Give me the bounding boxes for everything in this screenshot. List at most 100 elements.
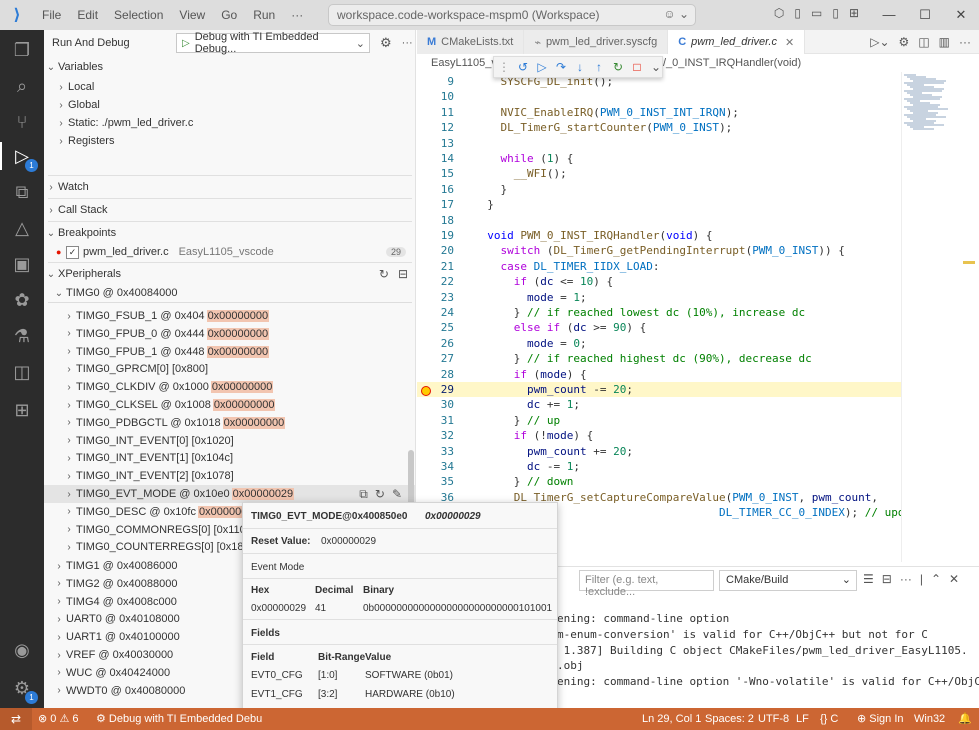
code-line[interactable]: 34 dc -= 1; bbox=[417, 459, 901, 474]
breakpoints-section-header[interactable]: ⌄ Breakpoints bbox=[44, 224, 415, 242]
menu-more[interactable]: ··· bbox=[283, 8, 311, 22]
code-line[interactable]: 17 } bbox=[417, 197, 901, 212]
copilot-icon[interactable]: ☺ ⌄ bbox=[663, 7, 689, 21]
breakpoint-current-icon[interactable] bbox=[421, 386, 431, 396]
clear-output-icon[interactable]: ☰ bbox=[863, 572, 874, 586]
refresh-icon[interactable]: ↻ bbox=[379, 267, 389, 281]
continue-icon[interactable]: ▷ bbox=[536, 60, 548, 74]
gear-icon[interactable]: ⚙ bbox=[380, 35, 392, 51]
command-center[interactable]: workspace.code-workspace-mspm0 (Workspac… bbox=[328, 4, 696, 26]
remote-explorer-icon[interactable]: ◫ bbox=[10, 360, 34, 384]
compare-icon[interactable]: ◫ bbox=[918, 35, 929, 49]
ti-icon[interactable]: △ bbox=[10, 216, 34, 240]
tab-syscfg[interactable]: ⌁ pwm_led_driver.syscfg bbox=[524, 30, 669, 54]
code-line[interactable]: 11 NVIC_EnableIRQ(PWM_0_INST_INT_IRQN); bbox=[417, 105, 901, 120]
tab-cmakelists[interactable]: M CMakeLists.txt bbox=[417, 30, 525, 54]
edit-icon[interactable]: ✎ bbox=[392, 487, 402, 502]
platform[interactable]: Win32 bbox=[914, 708, 945, 730]
reset-icon[interactable]: ↺ bbox=[517, 60, 529, 74]
eol[interactable]: LF bbox=[796, 708, 809, 730]
code-line[interactable]: 22 if (dc <= 10) { bbox=[417, 274, 901, 289]
breakpoint-checkbox[interactable]: ✓ bbox=[66, 245, 79, 259]
output-filter-input[interactable]: Filter (e.g. text, !exclude... bbox=[579, 570, 714, 598]
sign-in[interactable]: ⊕ Sign In bbox=[857, 708, 904, 730]
run-c-file-icon[interactable]: ▷⌄ bbox=[870, 35, 889, 49]
code-line[interactable]: 23 mode = 1; bbox=[417, 290, 901, 305]
collapse-all-icon[interactable]: ⊟ bbox=[398, 267, 408, 281]
callstack-section-header[interactable]: › Call Stack bbox=[44, 201, 415, 219]
code-line[interactable]: 20 switch (DL_TimerG_getPendingInterrupt… bbox=[417, 243, 901, 258]
more-actions-icon[interactable]: ··· bbox=[959, 35, 971, 49]
extensions-grid-icon[interactable]: ⊞ bbox=[10, 398, 34, 422]
settings-gear-icon[interactable]: ⚙ bbox=[899, 35, 910, 49]
accounts-shield-icon[interactable]: ⬡ bbox=[774, 6, 784, 20]
tab-pwm-led-driver-c[interactable]: Cpwm_led_driver.c ✕ bbox=[668, 30, 806, 54]
chip-icon[interactable]: ▣ bbox=[10, 252, 34, 276]
extensions-icon[interactable]: ⧉ bbox=[10, 180, 34, 204]
breakpoint-item[interactable]: ● ✓ pwm_led_driver.c EasyL1105_vscode 29 bbox=[44, 243, 415, 261]
register-row[interactable]: › TIMG0_INT_EVENT[2] [0x1078] bbox=[44, 467, 415, 485]
variables-static[interactable]: › Static: ./pwm_led_driver.c bbox=[44, 114, 415, 132]
refresh-icon[interactable]: ↻ bbox=[375, 487, 385, 502]
xperipherals-section-header[interactable]: ⌄ XPeripherals ↻ ⊟ bbox=[44, 265, 415, 283]
code-line[interactable]: 21 case DL_TIMER_IIDX_LOAD: bbox=[417, 259, 901, 274]
account-icon[interactable]: ◉ bbox=[10, 638, 34, 662]
peripherals-icon[interactable]: ✿ bbox=[10, 288, 34, 312]
code-line[interactable]: 10 bbox=[417, 89, 901, 104]
lock-scroll-icon[interactable]: ⊟ bbox=[882, 572, 892, 586]
run-debug-icon[interactable]: ▷ 1 bbox=[10, 144, 38, 172]
variables-registers[interactable]: › Registers bbox=[44, 132, 415, 150]
register-row[interactable]: › TIMG0_EVT_MODE @ 0x10e0 0x00000029 ⧉ ↻ ✎ bbox=[44, 485, 415, 503]
toggle-panel-icon[interactable]: ▭ bbox=[811, 6, 822, 20]
manage-gear-icon[interactable]: ⚙ 1 bbox=[10, 676, 38, 704]
menu-file[interactable]: File bbox=[34, 8, 69, 22]
encoding[interactable]: UTF-8 bbox=[758, 708, 789, 730]
close-tab-icon[interactable]: ✕ bbox=[785, 36, 794, 49]
code-line[interactable]: 18 bbox=[417, 213, 901, 228]
code-editor[interactable]: 9 SYSCFG_DL_init(); 10 11 NVIC_EnableIRQ(P… bbox=[417, 72, 901, 522]
code-line[interactable]: 33 pwm_count += 20; bbox=[417, 444, 901, 459]
menu-view[interactable]: View bbox=[171, 8, 213, 22]
indentation[interactable]: Spaces: 2 bbox=[705, 708, 754, 730]
source-control-icon[interactable]: ⑂ bbox=[10, 110, 34, 134]
register-row[interactable]: › TIMG0_FPUB_0 @ 0x444 0x00000000 bbox=[44, 325, 415, 343]
explorer-icon[interactable]: ❐ bbox=[10, 38, 34, 62]
breadcrumb-folder[interactable]: EasyL1105_v bbox=[431, 57, 497, 69]
code-line[interactable]: 19 void PWM_0_INST_IRQHandler(void) { bbox=[417, 228, 901, 243]
customize-layout-icon[interactable]: ⊞ bbox=[849, 6, 859, 20]
start-debug-icon[interactable]: ▷ bbox=[177, 38, 195, 49]
close-panel-icon[interactable]: ✕ bbox=[949, 572, 959, 586]
step-into-icon[interactable]: ↓ bbox=[574, 60, 586, 74]
drag-handle-icon[interactable]: ⋮ bbox=[498, 60, 510, 74]
register-row[interactable]: › TIMG0_FPUB_1 @ 0x448 0x00000000 bbox=[44, 343, 415, 361]
code-line[interactable]: 28 if (mode) { bbox=[417, 367, 901, 382]
maximize-panel-icon[interactable]: ⌃ bbox=[931, 572, 941, 586]
register-row[interactable]: › TIMG0_INT_EVENT[1] [0x104c] bbox=[44, 449, 415, 467]
more-actions-icon[interactable]: ··· bbox=[900, 572, 912, 586]
stop-icon[interactable]: □ bbox=[631, 60, 643, 74]
code-line[interactable]: 32 if (!mode) { bbox=[417, 428, 901, 443]
code-line[interactable]: 25 else if (dc >= 90) { bbox=[417, 320, 901, 335]
restart-icon[interactable]: ↻ bbox=[612, 60, 624, 74]
code-line[interactable]: 13 bbox=[417, 136, 901, 151]
step-out-icon[interactable]: ↑ bbox=[593, 60, 605, 74]
close-icon[interactable]: ✕ bbox=[943, 0, 979, 30]
code-line[interactable]: 29 pwm_count -= 20; bbox=[417, 382, 901, 398]
debug-status[interactable]: ⚙ Debug with TI Embedded Debu bbox=[96, 708, 262, 730]
menu-selection[interactable]: Selection bbox=[106, 8, 171, 22]
chevron-down-icon[interactable]: ⌄ bbox=[650, 60, 662, 74]
step-over-icon[interactable]: ↷ bbox=[555, 60, 567, 74]
split-editor-icon[interactable]: ▥ bbox=[939, 35, 950, 49]
watch-section-header[interactable]: › Watch bbox=[44, 178, 415, 196]
code-line[interactable]: 27 } // if reached highest dc (90%), dec… bbox=[417, 351, 901, 366]
register-row[interactable]: › TIMG0_CLKSEL @ 0x1008 0x00000000 bbox=[44, 396, 415, 414]
flask-icon[interactable]: ⚗ bbox=[10, 324, 34, 348]
menu-run[interactable]: Run bbox=[245, 8, 283, 22]
register-row[interactable]: › TIMG0_FSUB_1 @ 0x404 0x00000000 bbox=[44, 307, 415, 325]
code-line[interactable]: 26 mode = 0; bbox=[417, 336, 901, 351]
code-line[interactable]: 31 } // up bbox=[417, 413, 901, 428]
code-line[interactable]: 35 } // down bbox=[417, 474, 901, 489]
variables-local[interactable]: › Local bbox=[44, 78, 415, 96]
code-line[interactable]: 14 while (1) { bbox=[417, 151, 901, 166]
code-line[interactable]: 24 } // if reached lowest dc (10%), incr… bbox=[417, 305, 901, 320]
